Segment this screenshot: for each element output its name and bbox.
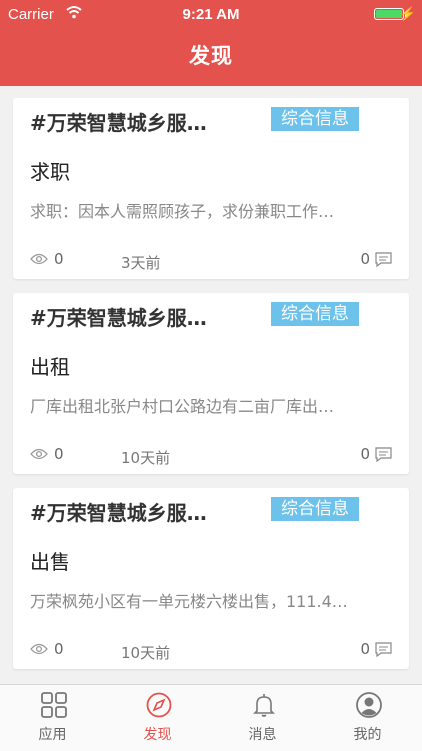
post-card[interactable]: #万荣智慧城乡服… 综合信息 出售 万荣枫苑小区有一单元楼六楼出售，111.4…… [13,488,409,669]
view-count-value: 0 [54,250,64,268]
category-tag[interactable]: 综合信息 [271,302,359,326]
post-card[interactable]: #万荣智慧城乡服… 综合信息 出租 厂库出租北张户村口公路边有二亩厂库出… 0 … [13,293,409,474]
comment-count-value: 0 [360,445,370,463]
post-date: 10天前 [121,644,171,662]
view-count-value: 0 [54,640,64,658]
post-date: 3天前 [121,254,161,272]
comment-count[interactable]: 0 [360,445,392,463]
tab-bar: 应用 发现 消息 我的 [0,684,422,751]
grid-icon [41,692,67,718]
user-icon [356,692,382,718]
compass-icon [146,692,172,718]
tab-label: 发现 [143,727,172,743]
post-card[interactable]: #万荣智慧城乡服… 综合信息 求职 求职：因本人需照顾孩子，求份兼职工作… 0 … [13,98,409,279]
tab-label: 消息 [248,727,277,743]
eye-icon [30,643,48,655]
comment-count[interactable]: 0 [360,640,392,658]
view-count: 0 [30,250,64,268]
charging-icon: ⚡ [399,6,416,21]
view-count: 0 [30,445,64,463]
clock: 9:21 AM [182,6,240,23]
comment-icon [375,251,392,267]
tab-messages[interactable]: 消息 [210,685,315,751]
post-title: 出售 [30,550,70,574]
comment-count[interactable]: 0 [360,250,392,268]
tab-label: 应用 [38,727,67,743]
post-date: 10天前 [121,449,171,467]
post-org: #万荣智慧城乡服… [30,111,207,135]
post-org: #万荣智慧城乡服… [30,501,207,525]
comment-count-value: 0 [360,640,370,658]
post-description: 求职：因本人需照顾孩子，求份兼职工作… [30,202,335,221]
post-description: 万荣枫苑小区有一单元楼六楼出售，111.4… [30,592,348,611]
comment-icon [375,641,392,657]
tab-apps[interactable]: 应用 [0,685,105,751]
view-count: 0 [30,640,64,658]
post-title: 出租 [30,355,70,379]
eye-icon [30,448,48,460]
status-bar: Carrier 9:21 AM ⚡ [0,0,422,30]
category-tag[interactable]: 综合信息 [271,107,359,131]
post-org: #万荣智慧城乡服… [30,306,207,330]
tab-profile[interactable]: 我的 [315,685,420,751]
comment-count-value: 0 [360,250,370,268]
tab-discover[interactable]: 发现 [105,685,210,751]
app-header: Carrier 9:21 AM ⚡ 发现 [0,0,422,86]
post-description: 厂库出租北张户村口公路边有二亩厂库出… [30,397,335,416]
tab-label: 我的 [353,727,382,743]
bell-icon [253,694,275,717]
post-title: 求职 [30,160,70,184]
page-title: 发现 [189,44,233,68]
comment-icon [375,446,392,462]
eye-icon [30,253,48,265]
view-count-value: 0 [54,445,64,463]
category-tag[interactable]: 综合信息 [271,497,359,521]
